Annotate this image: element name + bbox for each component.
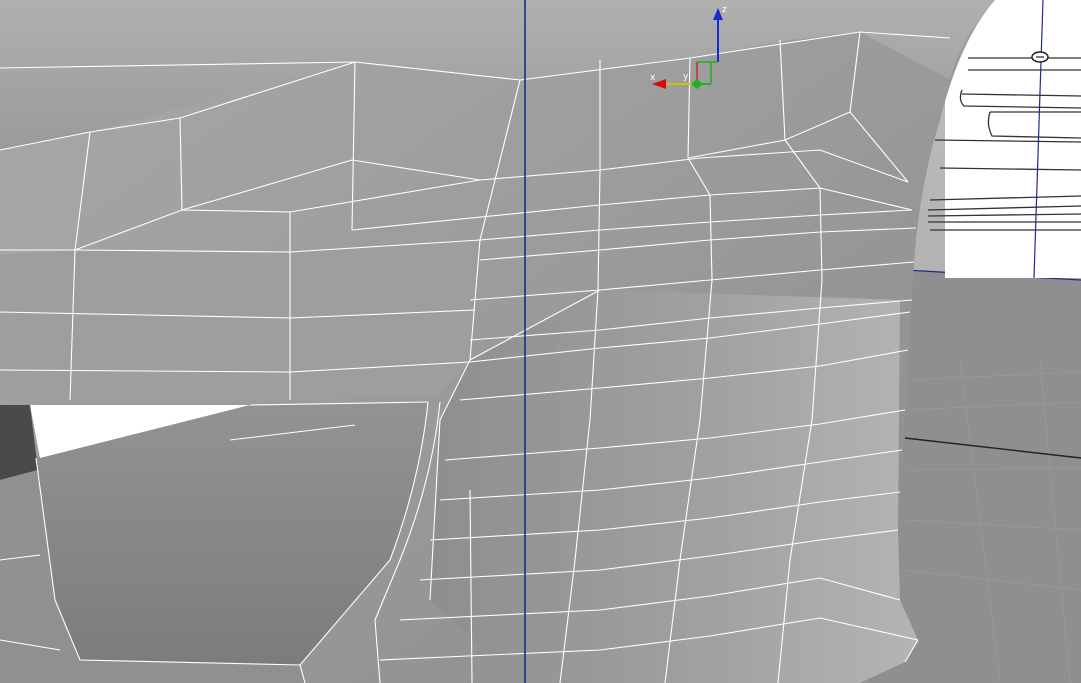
gizmo-x-label: x <box>650 73 656 83</box>
viewport-canvas[interactable]: x y z <box>0 0 1081 683</box>
3d-viewport[interactable]: x y z <box>0 0 1081 683</box>
emblem-icon <box>1031 51 1049 63</box>
front-fascia-band[interactable] <box>0 240 480 405</box>
gizmo-z-label: z <box>722 5 727 15</box>
gizmo-y-label: y <box>683 72 689 82</box>
